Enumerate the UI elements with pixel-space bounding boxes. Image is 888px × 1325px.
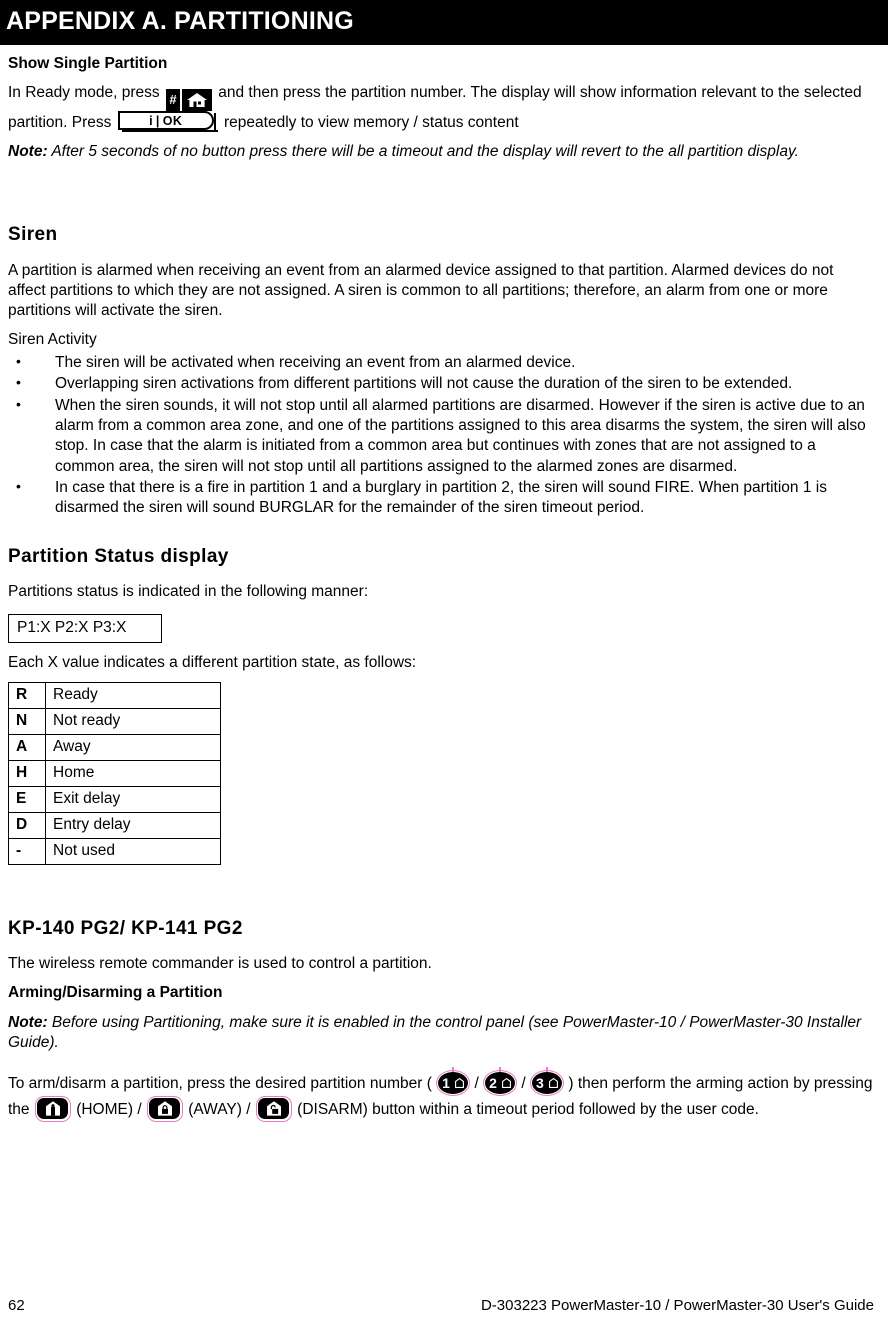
ok-key-icon: i | OK <box>117 110 218 132</box>
partition-state-legend-table: R Ready N Not ready A Away H Home E Exit… <box>8 681 221 865</box>
ok-key-body: i | OK <box>117 110 214 130</box>
away-button-icon <box>146 1095 183 1122</box>
section-spacer-2 <box>8 865 874 891</box>
partition-1-key-icon: 1 <box>436 1066 471 1096</box>
kp140-heading: KP-140 PG2/ KP-141 PG2 <box>8 917 243 939</box>
state-meaning: Not used <box>45 837 221 865</box>
appendix-title-bar: APPENDIX A. PARTITIONING <box>0 0 888 45</box>
show-single-partition-note: Note: After 5 seconds of no button press… <box>8 142 874 162</box>
away-button-label: (AWAY) / <box>188 1100 251 1118</box>
list-item: The siren will be activated when receivi… <box>8 352 874 373</box>
away-button-disc <box>149 1098 181 1120</box>
partition-key-disc: 1 <box>438 1071 469 1094</box>
state-meaning: Away <box>45 733 221 761</box>
note-text-1: After 5 seconds of no button press there… <box>47 142 799 160</box>
info-icon: i <box>149 113 153 128</box>
partition-key-number: 3 <box>536 1074 544 1091</box>
disarm-button-icon <box>255 1095 292 1122</box>
document-page: Show Single Partition In Ready mode, pre… <box>0 54 888 1122</box>
table-row: D Entry delay <box>8 811 221 839</box>
table-row: H Home <box>8 759 221 787</box>
footer-document-reference: D-303223 PowerMaster-10 / PowerMaster-30… <box>480 1296 874 1314</box>
siren-heading: Siren <box>8 223 58 245</box>
kp140-intro: The wireless remote commander is used to… <box>8 955 432 973</box>
state-meaning: Entry delay <box>45 811 221 839</box>
partition-status-sample-display: P1:X P2:X P3:X <box>8 614 162 643</box>
siren-activity-list: The siren will be activated when receivi… <box>8 352 874 519</box>
partition-2-key-icon: 2 <box>483 1066 518 1096</box>
partition-status-heading: Partition Status display <box>8 545 229 567</box>
show-single-partition-heading: Show Single Partition <box>8 54 168 72</box>
ok-key-shadow-bottom <box>121 129 218 132</box>
state-code: N <box>8 707 46 735</box>
ok-key-shadow-right <box>213 112 216 131</box>
list-item: When the siren sounds, it will not stop … <box>8 395 874 477</box>
home-button-label: (HOME) / <box>76 1100 142 1118</box>
arming-text-lead: To arm/disarm a partition, press the des… <box>8 1074 432 1092</box>
state-meaning: Ready <box>45 681 221 709</box>
siren-activity-label: Siren Activity <box>8 331 97 349</box>
partition-status-intro: Partitions status is indicated in the fo… <box>8 583 369 601</box>
state-code: R <box>8 681 46 709</box>
table-row: A Away <box>8 733 221 761</box>
partition-status-legend-intro: Each X value indicates a different parti… <box>8 653 417 671</box>
ready-mode-text-lead: In Ready mode, press <box>8 83 160 101</box>
home-button-icon <box>34 1095 71 1122</box>
ready-mode-text-tail: repeatedly to view memory / status conte… <box>224 113 519 131</box>
disarm-button-label: (DISARM) button within a timeout period … <box>297 1100 759 1118</box>
state-code: H <box>8 759 46 787</box>
table-row: R Ready <box>8 681 221 709</box>
arming-disarming-subheading: Arming/Disarming a Partition <box>8 984 223 1002</box>
footer-page-number: 62 <box>8 1296 25 1314</box>
state-code: - <box>8 837 46 865</box>
state-meaning: Exit delay <box>45 785 221 813</box>
list-item: In case that there is a fire in partitio… <box>8 477 874 519</box>
note-text-2: Before using Partitioning, make sure it … <box>8 1013 862 1051</box>
disarm-button-disc <box>258 1098 290 1120</box>
ok-key-label: OK <box>162 113 183 128</box>
home-icon <box>181 88 212 111</box>
show-single-partition-paragraph: In Ready mode, press # and then press th… <box>8 83 874 133</box>
arming-separator-1: / <box>474 1074 479 1092</box>
partition-key-disc: 3 <box>532 1071 563 1094</box>
note-label-2: Note: <box>8 1013 48 1031</box>
table-row: E Exit delay <box>8 785 221 813</box>
state-meaning: Not ready <box>45 707 221 735</box>
table-row: N Not ready <box>8 707 221 735</box>
section-spacer-1 <box>8 171 874 197</box>
section-spacer-3 <box>8 1062 874 1070</box>
note-label-1: Note: <box>8 142 48 160</box>
kp140-note: Note: Before using Partitioning, make su… <box>8 1013 874 1053</box>
partition-3-key-icon: 3 <box>530 1066 565 1096</box>
list-item: Overlapping siren activations from diffe… <box>8 373 874 394</box>
partition-key-number: 2 <box>489 1074 497 1091</box>
table-row: - Not used <box>8 837 221 865</box>
siren-intro-paragraph: A partition is alarmed when receiving an… <box>8 261 834 319</box>
hash-icon: # <box>165 88 180 111</box>
partition-key-number: 1 <box>442 1074 450 1091</box>
hash-home-key-icon: # <box>165 88 212 111</box>
page-footer: 62 D-303223 PowerMaster-10 / PowerMaster… <box>0 1296 888 1316</box>
arming-separator-2: / <box>521 1074 526 1092</box>
state-code: A <box>8 733 46 761</box>
state-meaning: Home <box>45 759 221 787</box>
state-code: E <box>8 785 46 813</box>
partition-key-disc: 2 <box>485 1071 516 1094</box>
state-code: D <box>8 811 46 839</box>
home-button-disc <box>37 1098 69 1120</box>
kp140-arming-paragraph: To arm/disarm a partition, press the des… <box>8 1066 874 1122</box>
